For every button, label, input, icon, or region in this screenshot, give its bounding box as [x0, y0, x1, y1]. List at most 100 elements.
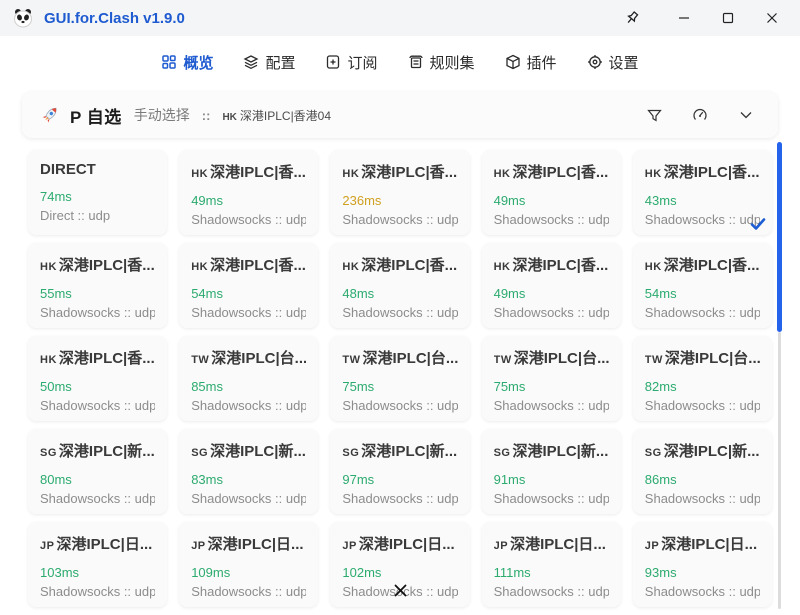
tab-label: 配置 [265, 52, 295, 73]
country-code: JP [342, 540, 356, 552]
proxy-protocol: Shadowsocks :: udp [494, 584, 609, 599]
proxy-protocol: Direct :: udp [40, 208, 155, 223]
country-code: HK [645, 168, 662, 180]
proxy-card[interactable]: HK深港IPLC|香... 49ms Shadowsocks :: udp [179, 150, 318, 235]
proxy-card[interactable]: SG深港IPLC|新... 80ms Shadowsocks :: udp [28, 429, 167, 514]
proxy-name: HK深港IPLC|香... [191, 161, 306, 182]
proxy-card[interactable]: HK深港IPLC|香... 43ms Shadowsocks :: udp [633, 150, 772, 235]
proxy-card[interactable]: TW深港IPLC|台... 82ms Shadowsocks :: udp [633, 336, 772, 421]
proxy-card[interactable]: SG深港IPLC|新... 91ms Shadowsocks :: udp [482, 429, 621, 514]
proxy-card[interactable]: SG深港IPLC|新... 97ms Shadowsocks :: udp [330, 429, 469, 514]
proxy-card[interactable]: JP深港IPLC|日... 109ms Shadowsocks :: udp [179, 522, 318, 607]
country-code: HK [191, 168, 208, 180]
country-code: JP [494, 540, 508, 552]
current-proxy-name: 深港IPLC|香港04 [240, 109, 331, 123]
proxy-card[interactable]: TW深港IPLC|台... 75ms Shadowsocks :: udp [330, 336, 469, 421]
tab-profiles[interactable]: 配置 [243, 52, 295, 73]
group-separator: :: [202, 108, 211, 123]
proxy-card[interactable]: HK深港IPLC|香... 54ms Shadowsocks :: udp [633, 243, 772, 328]
country-code: TW [645, 354, 663, 366]
proxy-latency: 49ms [191, 193, 306, 208]
close-icon[interactable] [750, 0, 794, 36]
proxy-card[interactable]: SG深港IPLC|新... 83ms Shadowsocks :: udp [179, 429, 318, 514]
scrollbar-track[interactable] [777, 140, 782, 609]
proxy-latency: 85ms [191, 379, 306, 394]
filter-icon[interactable] [647, 108, 662, 123]
proxy-name: SG深港IPLC|新... [342, 440, 457, 461]
country-code: HK [40, 261, 57, 273]
minimize-icon[interactable] [662, 0, 706, 36]
proxy-card[interactable]: DIRECT 74ms Direct :: udp [28, 150, 167, 235]
proxy-latency: 83ms [191, 472, 306, 487]
proxy-latency: 97ms [342, 472, 457, 487]
proxy-name: HK深港IPLC|香... [342, 161, 457, 182]
country-code: HK [191, 261, 208, 273]
profiles-layers-icon [243, 54, 259, 70]
proxy-name: JP深港IPLC|日... [494, 533, 609, 554]
tab-subscriptions[interactable]: 订阅 [325, 52, 377, 73]
proxy-protocol: Shadowsocks :: udp [494, 305, 609, 320]
proxy-protocol: Shadowsocks :: udp [645, 491, 760, 506]
country-code: HK [342, 168, 359, 180]
subscription-bookmark-icon [325, 54, 341, 70]
country-code: SG [645, 447, 662, 459]
tab-overview[interactable]: 概览 [161, 52, 213, 73]
proxy-card[interactable]: HK深港IPLC|香... 48ms Shadowsocks :: udp [330, 243, 469, 328]
tab-settings[interactable]: 设置 [587, 52, 639, 73]
proxy-latency: 49ms [494, 193, 609, 208]
tab-label: 插件 [527, 52, 557, 73]
titlebar: GUI.for.Clash v1.9.0 [0, 0, 800, 36]
tab-rulesets[interactable]: 规则集 [408, 52, 475, 73]
proxy-card[interactable]: JP深港IPLC|日... 103ms Shadowsocks :: udp [28, 522, 167, 607]
pin-icon[interactable] [610, 0, 654, 36]
proxy-card[interactable]: TW深港IPLC|台... 75ms Shadowsocks :: udp [482, 336, 621, 421]
proxy-name: HK深港IPLC|香... [494, 161, 609, 182]
proxy-latency: 93ms [645, 565, 760, 580]
proxy-name: HK深港IPLC|香... [494, 254, 609, 275]
group-name: P 自选 [70, 103, 122, 128]
country-code: SG [40, 447, 57, 459]
overview-grid-icon [161, 54, 177, 70]
rocket-icon [40, 105, 60, 125]
country-code: TW [494, 354, 512, 366]
proxy-name: JP深港IPLC|日... [645, 533, 760, 554]
country-code: JP [40, 540, 54, 552]
proxy-card[interactable]: HK深港IPLC|香... 236ms Shadowsocks :: udp [330, 150, 469, 235]
proxy-name: HK深港IPLC|香... [40, 254, 155, 275]
proxy-protocol: Shadowsocks :: udp [191, 398, 306, 413]
country-code: TW [342, 354, 360, 366]
proxy-card[interactable]: HK深港IPLC|香... 55ms Shadowsocks :: udp [28, 243, 167, 328]
proxy-protocol: Shadowsocks :: udp [342, 305, 457, 320]
proxy-card[interactable]: HK深港IPLC|香... 50ms Shadowsocks :: udp [28, 336, 167, 421]
country-code: HK [494, 168, 511, 180]
proxy-latency: 48ms [342, 286, 457, 301]
proxy-latency: 75ms [342, 379, 457, 394]
proxy-card[interactable]: SG深港IPLC|新... 86ms Shadowsocks :: udp [633, 429, 772, 514]
proxy-card[interactable]: HK深港IPLC|香... 54ms Shadowsocks :: udp [179, 243, 318, 328]
country-code: SG [494, 447, 511, 459]
selected-check-icon [750, 217, 766, 231]
proxy-protocol: Shadowsocks :: udp [191, 584, 306, 599]
proxy-card[interactable]: HK深港IPLC|香... 49ms Shadowsocks :: udp [482, 243, 621, 328]
proxy-card[interactable]: JP深港IPLC|日... 93ms Shadowsocks :: udp [633, 522, 772, 607]
proxy-name: JP深港IPLC|日... [191, 533, 306, 554]
proxy-card[interactable]: TW深港IPLC|台... 85ms Shadowsocks :: udp [179, 336, 318, 421]
nav-tabs: 概览 配置 订阅 规则集 插件 [0, 44, 800, 80]
tab-label: 设置 [609, 52, 639, 73]
proxy-card[interactable]: JP深港IPLC|日... 111ms Shadowsocks :: udp [482, 522, 621, 607]
proxy-latency: 80ms [40, 472, 155, 487]
scrollbar-thumb[interactable] [777, 142, 782, 332]
country-code: HK [342, 261, 359, 273]
proxy-card[interactable]: HK深港IPLC|香... 49ms Shadowsocks :: udp [482, 150, 621, 235]
proxy-latency: 43ms [645, 193, 760, 208]
settings-gear-icon [587, 54, 603, 70]
latency-test-icon[interactable] [692, 107, 708, 123]
proxy-latency: 109ms [191, 565, 306, 580]
collapse-icon[interactable] [738, 107, 754, 123]
proxy-latency: 50ms [40, 379, 155, 394]
float-close-icon[interactable] [386, 576, 414, 604]
tab-plugins[interactable]: 插件 [505, 52, 557, 73]
proxy-protocol: Shadowsocks :: udp [40, 584, 155, 599]
maximize-icon[interactable] [706, 0, 750, 36]
proxy-latency: 91ms [494, 472, 609, 487]
